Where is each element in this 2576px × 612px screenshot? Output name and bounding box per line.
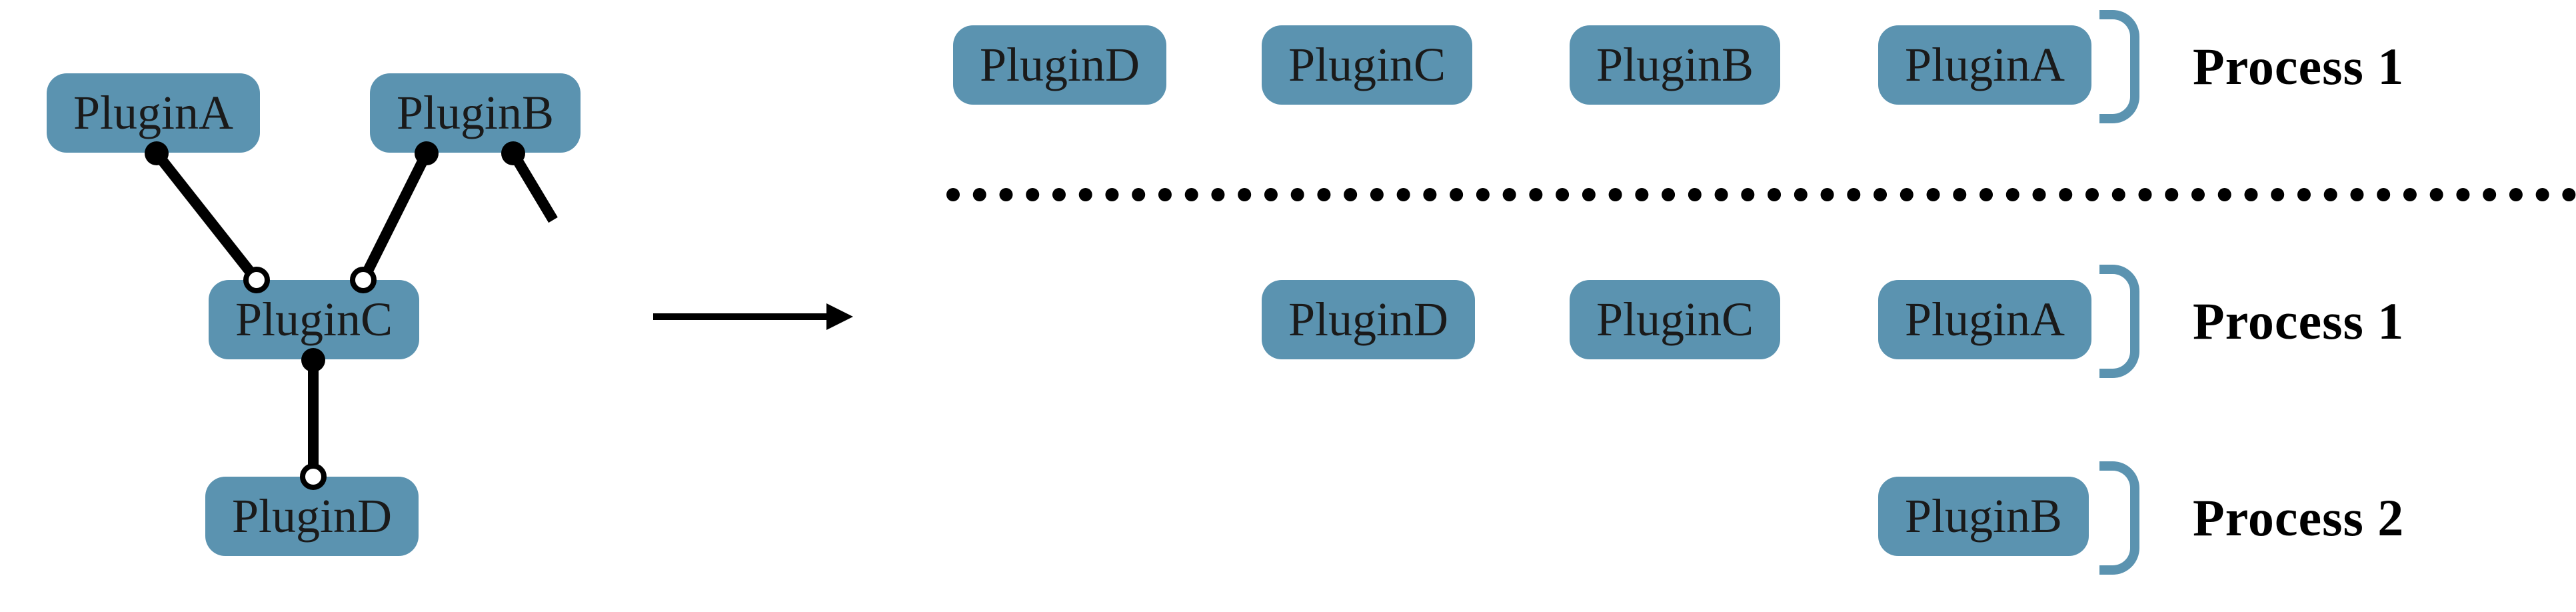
bottom-bracket bbox=[2099, 461, 2139, 575]
graph-node-a: PluginA bbox=[47, 73, 260, 153]
middle-process-label: Process 1 bbox=[2193, 291, 2404, 351]
top-row-item-0: PluginD bbox=[953, 25, 1166, 105]
top-row-item-2: PluginB bbox=[1570, 25, 1780, 105]
divider bbox=[946, 188, 2576, 201]
graph-node-d: PluginD bbox=[205, 477, 419, 556]
bottom-process-label: Process 2 bbox=[2193, 488, 2404, 548]
middle-row-item-0: PluginD bbox=[1262, 280, 1475, 359]
top-bracket bbox=[2099, 10, 2139, 123]
top-row-item-1: PluginC bbox=[1262, 25, 1472, 105]
middle-row-item-2: PluginA bbox=[1878, 280, 2091, 359]
middle-row-item-1: PluginC bbox=[1570, 280, 1780, 359]
top-row-item-3: PluginA bbox=[1878, 25, 2091, 105]
graph-node-b: PluginB bbox=[370, 73, 581, 153]
graph-node-c: PluginC bbox=[209, 280, 419, 359]
middle-bracket bbox=[2099, 265, 2139, 378]
arrow-icon bbox=[653, 313, 826, 320]
arrow-head-icon bbox=[826, 303, 853, 330]
top-process-label: Process 1 bbox=[2193, 37, 2404, 97]
bottom-row-item-0: PluginB bbox=[1878, 477, 2089, 556]
